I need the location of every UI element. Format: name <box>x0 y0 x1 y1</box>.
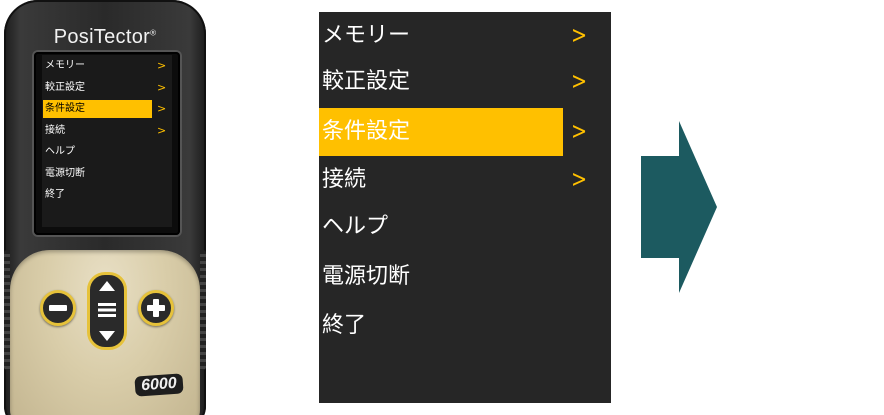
model-badge: 6000 <box>134 373 184 397</box>
menu-item-help[interactable]: ヘルプ <box>319 203 611 251</box>
device-menu-item-exit[interactable]: 終了 <box>42 184 172 206</box>
device-menu-item-power-off[interactable]: 電源切断 <box>42 163 172 185</box>
up-arrow-icon <box>99 281 115 291</box>
chevron-right-icon: > <box>571 21 588 49</box>
screen-bezel: メモリー > 較正設定 > 条件設定 > 接続 > ヘルプ 電源切断 終了 <box>34 52 180 235</box>
menu-item-label: 条件設定 <box>322 119 411 144</box>
chevron-right-icon: > <box>571 67 588 95</box>
device-menu-label: 条件設定 <box>45 103 85 114</box>
menu-item-label: 終了 <box>322 313 367 338</box>
device-menu-label: 較正設定 <box>45 81 85 93</box>
menu-item-label: 電源切断 <box>322 264 411 289</box>
device-menu-label: 電源切断 <box>45 167 85 179</box>
device-screen: メモリー > 較正設定 > 条件設定 > 接続 > ヘルプ 電源切断 終了 <box>42 55 172 227</box>
device-menu-item-setup[interactable]: 条件設定 > <box>42 98 172 120</box>
device-menu-item-help[interactable]: ヘルプ <box>42 141 172 163</box>
menu-item-connect[interactable]: 接続 > <box>319 156 611 204</box>
plus-button[interactable] <box>138 290 174 326</box>
device-menu-item-connect[interactable]: 接続 > <box>42 120 172 142</box>
minus-icon <box>49 305 67 311</box>
enlarged-menu: メモリー > 較正設定 > 条件設定 > 接続 > ヘルプ 電源切断 終了 <box>319 12 611 403</box>
menu-item-label: メモリー <box>322 23 411 48</box>
menu-button[interactable] <box>87 272 127 350</box>
chevron-right-icon: > <box>571 117 588 145</box>
device-menu-label: 終了 <box>45 189 65 200</box>
right-grip <box>200 250 206 370</box>
stage: PosiTector® メモリー > 較正設定 > 条件設定 > 接続 > ヘル… <box>0 0 884 415</box>
plus-icon <box>153 299 159 317</box>
menu-item-label: 接続 <box>322 167 367 192</box>
chevron-right-icon: > <box>157 102 167 115</box>
minus-button[interactable] <box>40 290 76 326</box>
chevron-right-icon: > <box>157 123 167 137</box>
device-menu-item-calibration[interactable]: 較正設定 > <box>42 77 172 99</box>
chevron-right-icon: > <box>571 165 588 193</box>
menu-item-setup[interactable]: 条件設定 > <box>319 108 611 156</box>
device-menu-item-memory[interactable]: メモリー > <box>42 55 172 77</box>
brand-name: PosiTector <box>53 26 151 48</box>
left-grip <box>4 250 10 370</box>
device-menu-label: 接続 <box>45 124 65 136</box>
menu-item-label: 較正設定 <box>322 69 411 94</box>
positector-device: PosiTector® メモリー > 較正設定 > 条件設定 > 接続 > ヘル… <box>4 0 206 415</box>
chevron-right-icon: > <box>157 59 167 72</box>
device-menu-label: メモリー <box>45 60 85 71</box>
menu-item-power-off[interactable]: 電源切断 <box>319 253 611 301</box>
menu-item-memory[interactable]: メモリー > <box>319 12 611 60</box>
right-arrow-icon <box>641 121 717 293</box>
down-arrow-icon <box>99 331 115 341</box>
chevron-right-icon: > <box>157 80 167 94</box>
registered-mark: ® <box>150 28 157 38</box>
brand-logo: PosiTector® <box>4 26 206 49</box>
menu-item-exit[interactable]: 終了 <box>319 302 611 350</box>
device-menu-label: ヘルプ <box>45 146 75 157</box>
menu-item-label: ヘルプ <box>322 214 389 239</box>
menu-lines-icon <box>98 303 116 317</box>
menu-item-calibration[interactable]: 較正設定 > <box>319 58 611 106</box>
